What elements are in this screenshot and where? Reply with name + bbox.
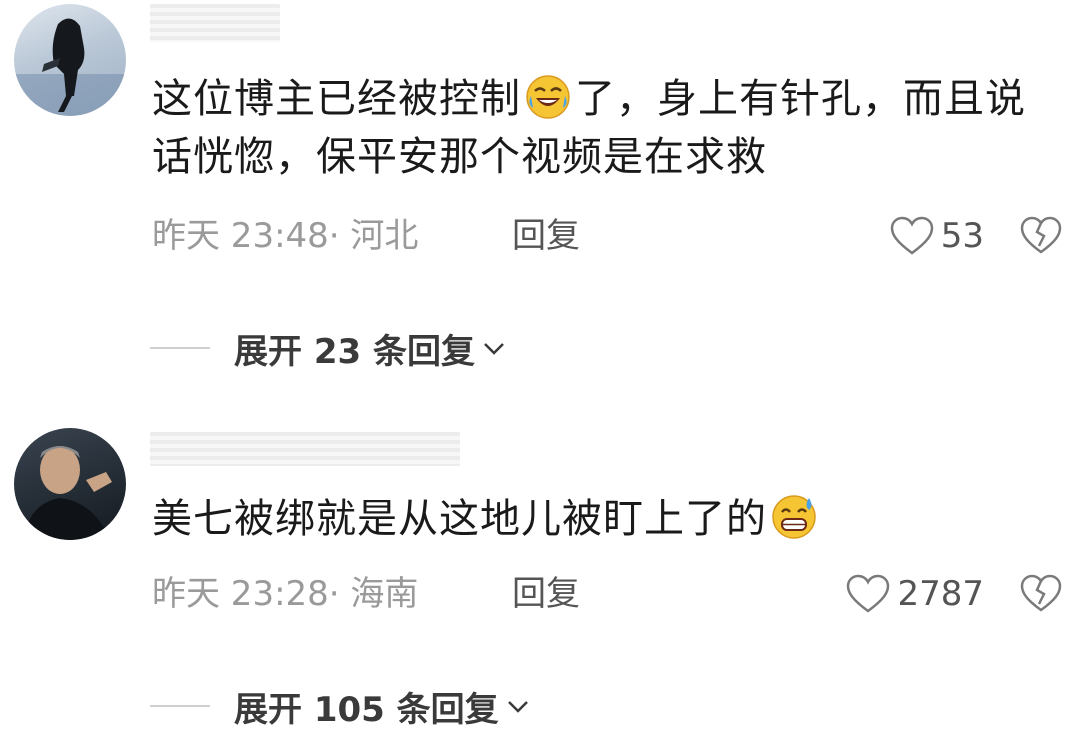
reply-button[interactable]: 回复 <box>512 570 580 618</box>
heart-outline-icon <box>890 216 933 255</box>
like-count: 53 <box>940 216 984 256</box>
comment-time-location: 昨天 23:28· 海南 <box>152 574 419 614</box>
user-avatar[interactable] <box>14 428 126 540</box>
username-blurred[interactable] <box>150 432 460 466</box>
user-avatar[interactable] <box>14 4 126 116</box>
reply-button[interactable]: 回复 <box>512 212 580 260</box>
comment-time-location: 昨天 23:48· 河北 <box>152 216 419 256</box>
expand-replies-button[interactable]: 展开 23 条回复 <box>150 326 507 372</box>
avatar-image <box>24 446 112 540</box>
like-button[interactable]: 53 <box>889 212 984 260</box>
comment-meta: 昨天 23:28· 海南 回复 2787 <box>152 570 1062 618</box>
chevron-down-icon <box>484 343 504 355</box>
grin-sweat-emoji <box>772 495 816 539</box>
comment-meta: 昨天 23:48· 河北 回复 53 <box>152 212 1062 260</box>
expand-replies-label: 展开 23 条回复 <box>234 331 475 372</box>
expand-replies-button[interactable]: 展开 105 条回复 <box>150 684 531 730</box>
like-count: 2787 <box>897 574 984 614</box>
broken-heart-icon[interactable] <box>1020 216 1062 256</box>
comment-text: 美七被绑就是从这地儿被盯上了的 <box>152 490 1057 548</box>
like-button[interactable]: 2787 <box>845 570 984 618</box>
divider-line <box>150 347 210 349</box>
comment-item: 美七被绑就是从这地儿被盯上了的 昨天 23:28· 海南 回复 2787 展开 … <box>0 418 1080 736</box>
avatar-image <box>14 18 126 116</box>
chevron-down-icon <box>507 701 528 713</box>
comment-item: 这位博主已经被控制 了，身上有针孔，而且说话恍惚，保平安那个视频是在求救 昨天 2… <box>0 0 1080 400</box>
comment-text: 这位博主已经被控制 了，身上有针孔，而且说话恍惚，保平安那个视频是在求救 <box>152 75 1026 180</box>
divider-line <box>150 705 210 707</box>
heart-outline-icon <box>847 574 890 613</box>
username-blurred[interactable] <box>150 4 280 42</box>
broken-heart-icon[interactable] <box>1020 574 1062 614</box>
rofl-emoji <box>526 75 570 119</box>
expand-replies-label: 展开 105 条回复 <box>234 689 499 730</box>
